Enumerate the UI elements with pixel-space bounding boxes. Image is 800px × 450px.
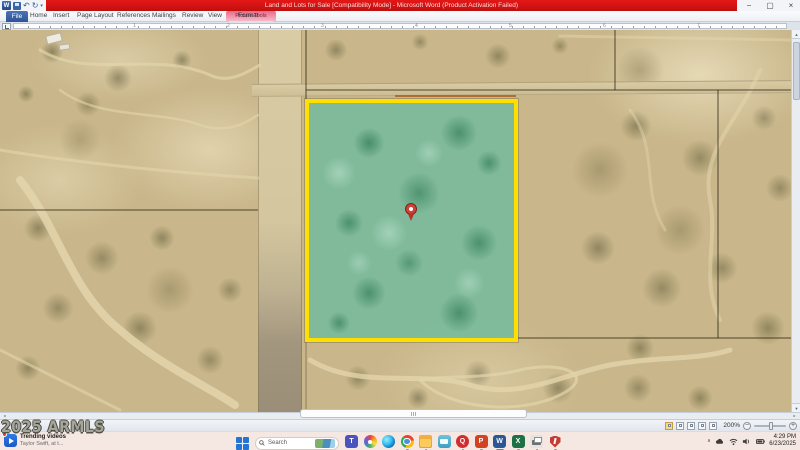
taskbar-item-excel[interactable]: X xyxy=(512,435,525,450)
system-tray: ∧ 4:29 PM 6/23/2025 xyxy=(707,434,796,448)
clock-time: 4:29 PM xyxy=(769,434,796,441)
qat-customize-caret-icon[interactable]: ▾ xyxy=(40,2,43,10)
ribbon-tab-row: Picture Tools File Home Insert Page Layo… xyxy=(0,11,800,22)
zoom-slider-thumb[interactable] xyxy=(769,422,773,430)
tab-page-layout[interactable]: Page Layout xyxy=(77,12,114,19)
taskbar-item-chrome[interactable] xyxy=(401,435,414,450)
wifi-icon[interactable] xyxy=(729,437,738,446)
folder-icon xyxy=(419,435,432,448)
taskbar-clock[interactable]: 4:29 PM 6/23/2025 xyxy=(769,434,796,448)
vertical-scroll-thumb[interactable] xyxy=(793,42,800,100)
maximize-button[interactable]: ▢ xyxy=(764,1,776,10)
title-bar[interactable]: W ↶ ↻ ▾ Land and Lots for Sale [Compatib… xyxy=(0,0,800,11)
excel-icon: X xyxy=(512,435,525,448)
tab-review[interactable]: Review xyxy=(182,12,203,19)
close-button[interactable]: × xyxy=(785,1,797,10)
web-layout-view-button[interactable] xyxy=(687,422,695,430)
ruler-row: 1 2 3 4 5 6 7 xyxy=(0,22,800,30)
print-layout-view-button[interactable] xyxy=(665,422,673,430)
word-icon: W xyxy=(493,435,506,448)
pinned-apps: T Q P W X xyxy=(345,435,562,450)
fullscreen-view-button[interactable] xyxy=(676,422,684,430)
location-pin-icon xyxy=(405,203,417,215)
zoom-slider[interactable] xyxy=(754,425,786,427)
scroll-up-icon[interactable]: ▲ xyxy=(792,30,800,39)
window-title-strip: Land and Lots for Sale [Compatibility Mo… xyxy=(46,0,737,11)
undo-icon[interactable]: ↶ xyxy=(23,2,30,10)
draft-view-button[interactable] xyxy=(709,422,717,430)
ruler-number: 7 xyxy=(697,23,700,29)
window-title: Land and Lots for Sale [Compatibility Mo… xyxy=(265,2,518,9)
onedrive-cloud-icon[interactable] xyxy=(715,437,724,446)
tab-home[interactable]: Home xyxy=(30,12,47,19)
volume-icon[interactable] xyxy=(742,437,751,446)
desktop-screenshot: W ↶ ↻ ▾ Land and Lots for Sale [Compatib… xyxy=(0,0,800,450)
search-placeholder: Search xyxy=(268,440,312,446)
minimize-button[interactable]: − xyxy=(743,1,755,10)
horizontal-scrollbar[interactable]: ◂ ▸ xyxy=(0,412,800,419)
taskbar-item-edge[interactable] xyxy=(382,435,395,450)
outline-view-button[interactable] xyxy=(698,422,706,430)
ruler-number: 4 xyxy=(415,23,418,29)
ruler-number: 2 xyxy=(227,23,230,29)
quick-access-toolbar: W ↶ ↻ ▾ xyxy=(2,1,43,10)
ruler-number: 6 xyxy=(603,23,606,29)
windows-taskbar: Trending videos Taylor Swift, at t... Se… xyxy=(0,431,800,450)
taskbar-item-file-explorer[interactable] xyxy=(419,435,432,450)
taskbar-item-mail[interactable] xyxy=(438,435,451,450)
taskbar-item-quicken[interactable]: Q xyxy=(456,435,469,450)
ruler-number: 5 xyxy=(509,23,512,29)
taskbar-item-photos[interactable] xyxy=(364,435,377,450)
tab-mailings[interactable]: Mailings xyxy=(152,12,176,19)
taskbar-item-teams[interactable]: T xyxy=(345,435,358,450)
horizontal-ruler[interactable] xyxy=(13,23,787,29)
powerpoint-icon: P xyxy=(475,435,488,448)
taskbar-item-powerpoint[interactable]: P xyxy=(475,435,488,450)
widget-subtext: Taylor Swift, at t... xyxy=(20,441,66,447)
armls-watermark: 2025 ARMLS xyxy=(1,419,105,437)
tab-view[interactable]: View xyxy=(208,12,222,19)
taskbar-item-printer[interactable] xyxy=(530,435,543,450)
teams-icon: T xyxy=(345,435,358,448)
document-area: ▲ ▼ xyxy=(0,30,800,412)
save-icon[interactable] xyxy=(13,2,21,10)
clock-date: 6/23/2025 xyxy=(769,441,796,448)
scroll-down-icon[interactable]: ▼ xyxy=(792,403,800,412)
battery-icon[interactable] xyxy=(756,437,765,446)
aerial-parcel-map-image[interactable] xyxy=(0,30,791,412)
hidden-icons-chevron[interactable]: ∧ xyxy=(707,438,711,444)
zoom-in-button[interactable]: + xyxy=(789,422,797,430)
horizontal-scroll-thumb[interactable] xyxy=(300,409,527,418)
vertical-scrollbar[interactable]: ▲ ▼ xyxy=(791,30,800,412)
tab-references[interactable]: References xyxy=(117,12,150,19)
ruler-number: 1 xyxy=(133,23,136,29)
mail-icon xyxy=(438,435,451,448)
redo-icon[interactable]: ↻ xyxy=(32,2,39,10)
q-app-icon: Q xyxy=(456,435,469,448)
search-highlight-image xyxy=(315,439,335,448)
tab-insert[interactable]: Insert xyxy=(53,12,69,19)
edge-icon xyxy=(382,435,395,448)
search-box[interactable]: Search xyxy=(255,437,339,450)
ruler-number: 3 xyxy=(321,23,324,29)
tab-file[interactable]: File xyxy=(6,11,28,22)
tab-format[interactable]: Format xyxy=(238,12,259,19)
shield-icon xyxy=(549,435,562,448)
zoom-out-button[interactable]: − xyxy=(743,422,751,430)
taskbar-item-word[interactable]: W xyxy=(493,435,506,450)
chrome-icon xyxy=(401,435,414,448)
photos-pinwheel-icon xyxy=(364,435,377,448)
zoom-level[interactable]: 200% xyxy=(723,422,740,429)
word-status-bar: 200% − + xyxy=(0,419,800,431)
start-button[interactable] xyxy=(236,437,249,450)
word-logo-icon[interactable]: W xyxy=(2,1,11,10)
taskbar-item-security[interactable] xyxy=(549,435,562,450)
tab-selector-icon[interactable] xyxy=(2,23,11,30)
printer-icon xyxy=(530,435,543,448)
search-icon xyxy=(259,440,265,446)
